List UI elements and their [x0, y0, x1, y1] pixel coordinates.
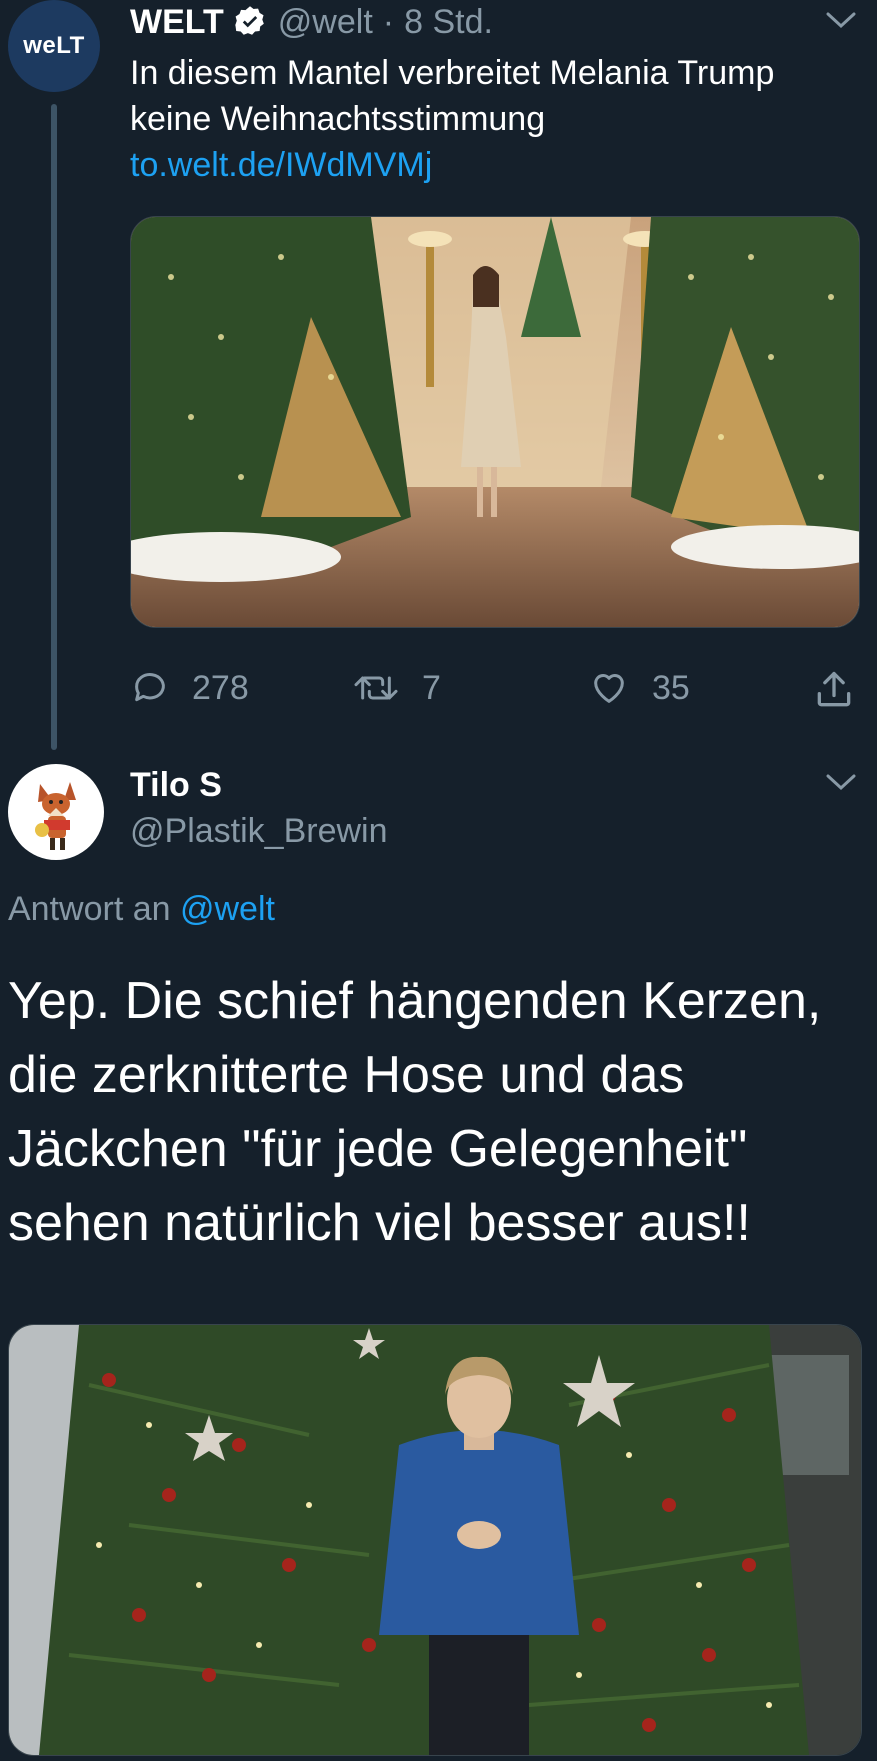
- heart-icon: [594, 674, 624, 703]
- author-handle[interactable]: @Plastik_Brewin: [130, 812, 388, 851]
- verified-badge-icon: [235, 6, 264, 35]
- share-icon: [817, 671, 851, 707]
- tweet-text-line: Jäckchen "für jede Gelegenheit": [8, 1120, 748, 1178]
- tilo-avatar[interactable]: [8, 764, 104, 860]
- christmas-tree-photo: [9, 1325, 861, 1755]
- tweet-media-image[interactable]: [8, 1324, 862, 1756]
- tweet-text-line: keine Weihnachtsstimmung: [130, 100, 546, 138]
- tweet-text-line: die zerknitterte Hose und das: [8, 1046, 685, 1104]
- reply-count: 278: [192, 668, 249, 707]
- christmas-hallway-photo: [131, 217, 859, 627]
- welt-avatar[interactable]: weLT: [8, 0, 100, 92]
- tweet-text-line: sehen natürlich viel besser aus!!: [8, 1194, 751, 1252]
- fox-cartoon-avatar-icon: [35, 782, 76, 850]
- like-action[interactable]: 35: [588, 668, 690, 708]
- retweet-count: 7: [422, 668, 441, 707]
- like-count: 35: [652, 668, 690, 707]
- reply-action[interactable]: 278: [130, 668, 249, 708]
- retweet-icon: [354, 676, 398, 700]
- reply-context: Antwort an @welt: [8, 890, 275, 929]
- tweet-text: Yep. Die schief hängenden Kerzen, die ze…: [8, 964, 868, 1260]
- reply-prefix: Antwort an: [8, 890, 171, 928]
- author-name[interactable]: WELT: [130, 3, 224, 42]
- tweet-time[interactable]: 8 Std.: [404, 3, 493, 42]
- chevron-down-icon[interactable]: [826, 772, 856, 792]
- author-handle[interactable]: @welt: [278, 3, 373, 42]
- tweet-text: In diesem Mantel verbreitet Melania Trum…: [130, 50, 860, 188]
- thread-line: [51, 104, 57, 750]
- retweet-action[interactable]: 7: [352, 668, 441, 708]
- author-name[interactable]: Tilo S: [130, 766, 222, 805]
- tweet-header: WELT @welt · 8 Std.: [130, 0, 493, 44]
- reply-icon: [135, 673, 165, 702]
- tweet-link[interactable]: to.welt.de/IWdMVMj: [130, 142, 860, 188]
- avatar-logo-text: weLT: [23, 32, 85, 59]
- tweet-text-line: In diesem Mantel verbreitet Melania Trum…: [130, 54, 775, 92]
- reply-mention-link[interactable]: @welt: [180, 890, 275, 928]
- tweet-text-line: Yep. Die schief hängenden Kerzen,: [8, 972, 822, 1030]
- chevron-down-icon[interactable]: [826, 10, 856, 30]
- share-action[interactable]: [812, 668, 877, 712]
- tweet-media-image[interactable]: [130, 216, 860, 628]
- separator-dot: ·: [382, 2, 395, 41]
